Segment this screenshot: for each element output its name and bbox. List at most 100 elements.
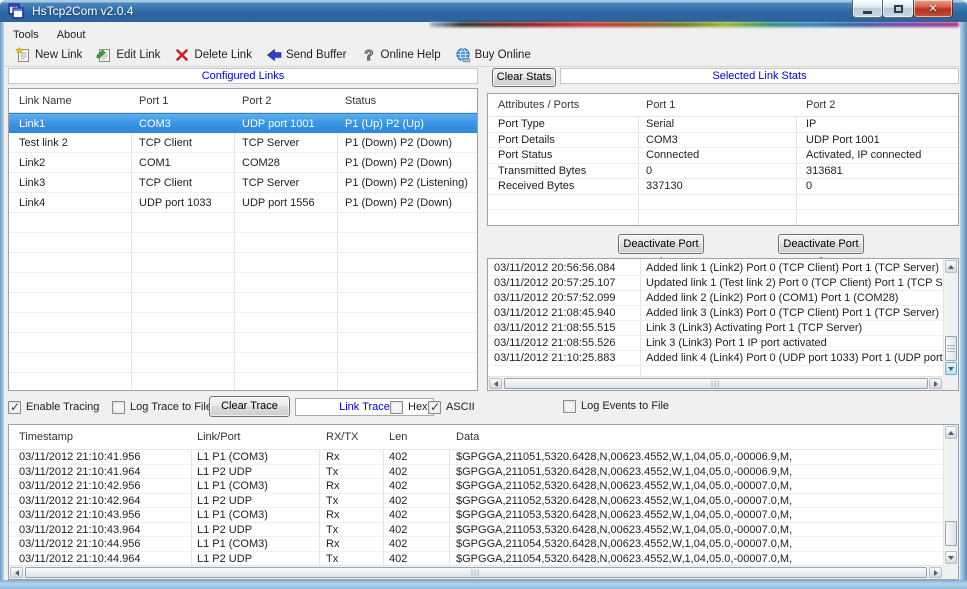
titlebar[interactable]: HsTcp2Com v2.0.4 ✕: [0, 0, 967, 22]
cell: Rx: [326, 450, 339, 465]
scroll-down-button[interactable]: [945, 551, 957, 564]
deactivate-port2-button[interactable]: Deactivate Port 2: [778, 234, 864, 254]
cell: Serial: [646, 117, 674, 133]
cell: 03/11/2012 20:57:25.107: [494, 276, 616, 291]
cell: COM3: [646, 133, 678, 149]
scroll-left-button[interactable]: [10, 567, 23, 578]
trace-row[interactable]: 03/11/2012 21:10:44.956L1 P1 (COM3)Rx402…: [9, 537, 943, 552]
log-events-to-file-checkbox[interactable]: Log Events to File: [563, 399, 669, 413]
cell: L1 P2 UDP: [197, 465, 252, 480]
trace-row[interactable]: 03/11/2012 21:10:41.964L1 P2 UDPTx402$GP…: [9, 465, 943, 480]
event-log-hscrollbar[interactable]: [488, 376, 943, 390]
column-header-link-port[interactable]: Link/Port: [197, 425, 240, 450]
trace-row[interactable]: 03/11/2012 21:10:42.956L1 P1 (COM3)Rx402…: [9, 479, 943, 494]
link-row[interactable]: Link1COM3UDP port 1001P1 (Up) P2 (Up): [9, 113, 477, 133]
event-row[interactable]: 03/11/2012 21:10:25.883Added link 4 (Lin…: [488, 351, 943, 366]
column-header-port2[interactable]: Port 2: [242, 89, 271, 113]
trace-row[interactable]: 03/11/2012 21:10:41.956L1 P1 (COM3)Rx402…: [9, 450, 943, 465]
cell: $GPGGA,211052,5320.6428,N,00623.4552,W,1…: [456, 494, 792, 509]
cell: COM28: [242, 153, 280, 173]
event-row[interactable]: 03/11/2012 20:56:56.084Added link 1 (Lin…: [488, 261, 943, 276]
menu-about[interactable]: About: [48, 27, 95, 44]
cell: Added link 1 (Link2) Port 0 (TCP Client)…: [646, 261, 939, 276]
cell: 03/11/2012 21:10:41.956: [19, 450, 141, 465]
trace-row[interactable]: 03/11/2012 21:10:44.964L1 P2 UDPTx402$GP…: [9, 552, 943, 566]
column-header-rxtx[interactable]: RX/TX: [326, 425, 358, 450]
cell: 03/11/2012 21:08:55.526: [494, 336, 616, 351]
column-header-link-name[interactable]: Link Name: [19, 89, 72, 113]
clear-trace-button[interactable]: Clear Trace: [209, 396, 290, 417]
vscroll-thumb[interactable]: [945, 336, 957, 361]
link-row[interactable]: Link4UDP port 1033UDP port 1556P1 (Down)…: [9, 193, 477, 213]
trace-row[interactable]: 03/11/2012 21:10:43.956L1 P1 (COM3)Rx402…: [9, 508, 943, 523]
link-row: [9, 253, 477, 273]
window-frame-left: [0, 22, 4, 589]
minimize-button[interactable]: [852, 0, 883, 18]
scrollbar-corner: [943, 565, 958, 579]
cell: TCP Server: [242, 133, 299, 153]
online-help-button[interactable]: ? Online Help: [354, 45, 448, 66]
stats-row: Port StatusConnectedActivated, IP connec…: [488, 148, 958, 164]
send-buffer-button[interactable]: Send Buffer: [259, 45, 354, 66]
column-header-attributes[interactable]: Attributes / Ports: [498, 94, 579, 117]
cell: Connected: [646, 148, 699, 164]
scroll-up-button[interactable]: [945, 426, 957, 439]
enable-tracing-checkbox[interactable]: Enable Tracing: [8, 400, 99, 414]
hex-checkbox[interactable]: Hex: [390, 400, 428, 414]
column-header-port1[interactable]: Port 1: [139, 89, 168, 113]
column-header-data[interactable]: Data: [456, 425, 479, 450]
trace-hscrollbar[interactable]: [9, 565, 943, 579]
buy-online-icon: [455, 47, 471, 63]
link-row[interactable]: Link3TCP ClientTCP ServerP1 (Down) P2 (L…: [9, 173, 477, 193]
trace-vscrollbar[interactable]: [943, 425, 958, 565]
cell: L1 P1 (COM3): [197, 508, 268, 523]
column-header-status[interactable]: Status: [345, 89, 376, 113]
scroll-right-button[interactable]: [929, 378, 942, 389]
event-row[interactable]: 03/11/2012 21:08:55.515Link 3 (Link3) Ac…: [488, 321, 943, 336]
scroll-right-button[interactable]: [929, 567, 942, 578]
event-row[interactable]: 03/11/2012 20:57:25.107Updated link 1 (T…: [488, 276, 943, 291]
event-log-list: 03/11/2012 20:56:56.084Added link 1 (Lin…: [488, 259, 943, 376]
trace-row[interactable]: 03/11/2012 21:10:42.964L1 P2 UDPTx402$GP…: [9, 494, 943, 509]
clear-stats-button[interactable]: Clear Stats: [492, 68, 556, 87]
link-row[interactable]: Test link 2TCP ClientTCP ServerP1 (Down)…: [9, 133, 477, 153]
close-button[interactable]: ✕: [913, 0, 953, 18]
buy-online-button[interactable]: Buy Online: [448, 45, 538, 66]
cell: 03/11/2012 21:10:43.964: [19, 523, 141, 538]
menu-tools[interactable]: Tools: [4, 27, 48, 44]
cell: 03/11/2012 21:10:25.883: [494, 351, 616, 366]
column-header-len[interactable]: Len: [389, 425, 407, 450]
scroll-up-button[interactable]: [945, 260, 957, 273]
event-row[interactable]: 03/11/2012 21:08:45.940Added link 3 (Lin…: [488, 306, 943, 321]
event-row: [488, 366, 943, 376]
column-header-port1[interactable]: Port 1: [646, 94, 675, 117]
event-row[interactable]: 03/11/2012 21:08:55.526Link 3 (Link3) Po…: [488, 336, 943, 351]
deactivate-port1-button[interactable]: Deactivate Port 1: [618, 234, 704, 254]
link-row[interactable]: Link2COM1COM28P1 (Down) P2 (Down): [9, 153, 477, 173]
cell: 03/11/2012 21:10:41.964: [19, 465, 141, 480]
stats-row: Transmitted Bytes0313681: [488, 164, 958, 180]
hscroll-thumb[interactable]: [25, 567, 927, 578]
cell: Link4: [19, 193, 45, 213]
new-link-button[interactable]: New Link: [8, 45, 89, 66]
edit-link-button[interactable]: Edit Link: [89, 45, 167, 66]
arrow-left-icon: [494, 381, 498, 387]
buy-online-label: Buy Online: [475, 49, 531, 61]
event-row[interactable]: 03/11/2012 20:57:52.099Added link 2 (Lin…: [488, 291, 943, 306]
selected-link-stats-title: Selected Link Stats: [560, 68, 959, 84]
column-header-port2[interactable]: Port 2: [806, 94, 835, 117]
scroll-left-button[interactable]: [489, 378, 502, 389]
log-trace-to-file-checkbox[interactable]: Log Trace to File: [112, 400, 212, 414]
ascii-checkbox[interactable]: ASCII: [428, 400, 475, 414]
event-log-vscrollbar[interactable]: [943, 259, 958, 376]
vscroll-thumb[interactable]: [945, 521, 957, 546]
hscroll-thumb[interactable]: [504, 378, 928, 389]
thumb-grip-icon: [947, 345, 955, 353]
scroll-down-button[interactable]: [945, 362, 957, 375]
arrow-right-icon: [934, 381, 938, 387]
event-log-panel: 03/11/2012 20:56:56.084Added link 1 (Lin…: [487, 258, 959, 391]
maximize-button[interactable]: [882, 0, 914, 18]
trace-row[interactable]: 03/11/2012 21:10:43.964L1 P2 UDPTx402$GP…: [9, 523, 943, 538]
delete-link-button[interactable]: Delete Link: [167, 45, 259, 66]
column-header-timestamp[interactable]: Timestamp: [19, 425, 73, 450]
